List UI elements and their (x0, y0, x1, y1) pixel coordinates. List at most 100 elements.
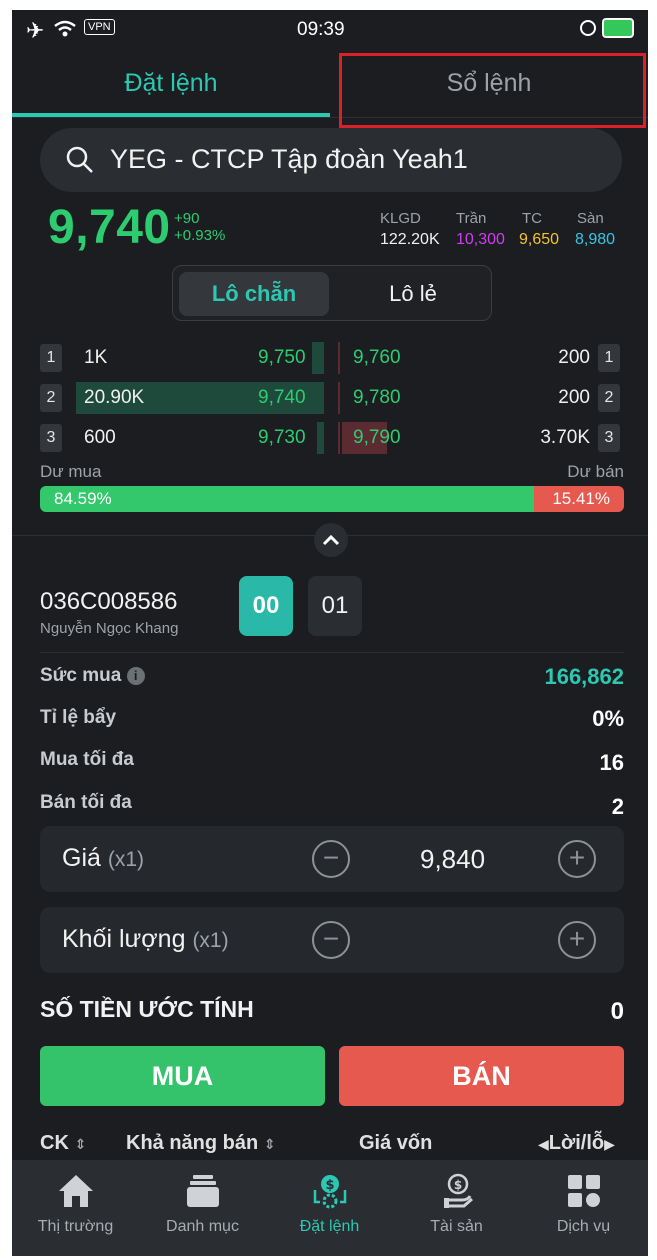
bid-volume: 1K (84, 347, 108, 368)
price-field[interactable]: Giá (x1) − 9,840 + (40, 826, 624, 892)
nav-assets-label: Tài sản (430, 1218, 483, 1235)
account-name: Nguyễn Ngọc Khang (40, 620, 179, 637)
quantity-increase-button[interactable]: + (558, 921, 596, 959)
nav-market-label: Thị trường (37, 1218, 114, 1235)
bid-volume-bar (312, 342, 324, 374)
col-cost-price[interactable]: Giá vốn (359, 1132, 432, 1155)
quantity-decrease-button[interactable]: − (312, 921, 350, 959)
price-value[interactable]: 9,840 (420, 844, 485, 875)
max-sell-label: Bán tối đa (40, 792, 132, 813)
symbol-search[interactable]: YEG - CTCP Tập đoàn Yeah1 (40, 128, 622, 192)
orderbook-row[interactable]: 1 1K 9,750 9,760 200 1 (12, 340, 648, 376)
bid-level-index: 1 (40, 344, 62, 372)
spread-divider (338, 422, 340, 454)
ask-volume: 3.70K (540, 427, 590, 448)
nav-services-label: Dịch vụ (556, 1218, 611, 1235)
account-number: 036C008586 (40, 588, 178, 615)
reference-label: TC (522, 210, 542, 227)
even-lot-button[interactable]: Lô chẵn (179, 272, 329, 316)
col-profit-loss[interactable]: ◀Lời/lỗ▶ (538, 1132, 615, 1155)
max-sell-value: 2 (611, 794, 624, 819)
svg-text:$: $ (325, 1178, 334, 1193)
nav-services[interactable]: Dịch vụ (520, 1160, 647, 1256)
price-increase-button[interactable]: + (558, 840, 596, 878)
ask-level-index: 3 (598, 424, 620, 452)
place-order-icon: $ (313, 1175, 347, 1209)
nav-market[interactable]: Thị trường (12, 1160, 139, 1256)
svg-text:$: $ (454, 1178, 462, 1192)
col-symbol-label: CK (40, 1132, 69, 1154)
active-tab-indicator (12, 113, 330, 117)
purchasing-power-text: Sức mua (40, 665, 122, 686)
ask-level-index: 1 (598, 344, 620, 372)
col-sellable[interactable]: Khả năng bán ⇕ (126, 1132, 276, 1155)
assets-icon: $ (444, 1173, 473, 1208)
search-value: YEG - CTCP Tập đoàn Yeah1 (110, 144, 468, 174)
estimate-label: SỐ TIỀN ƯỚC TÍNH (40, 996, 254, 1022)
price-multiplier: (x1) (107, 848, 145, 871)
max-buy-value: 16 (599, 750, 624, 775)
top-tabs: Đặt lệnh Sổ lệnh (12, 50, 648, 128)
sell-button[interactable]: BÁN (339, 1046, 624, 1106)
ask-volume: 200 (558, 387, 590, 408)
odd-lot-button[interactable]: Lô lẻ (338, 272, 488, 316)
orderbook-row[interactable]: 2 20.90K 9,740 9,780 200 2 (12, 380, 648, 416)
bid-volume-bar (317, 422, 324, 454)
collapse-button[interactable] (314, 523, 348, 557)
sort-icon: ⇕ (263, 1136, 276, 1152)
buy-ratio-text: 84.59% (54, 489, 112, 508)
tab-place-order[interactable]: Đặt lệnh (12, 50, 330, 118)
price-decrease-button[interactable]: − (312, 840, 350, 878)
ask-price: 9,780 (353, 387, 401, 408)
buy-ratio-fill: 84.59% (40, 486, 534, 512)
status-bar: ✈ VPN 09:39 (12, 10, 648, 50)
buy-button[interactable]: MUA (40, 1046, 325, 1106)
home-icon (59, 1175, 93, 1207)
last-price: 9,740 (48, 201, 171, 254)
battery-icon (602, 18, 634, 38)
ask-volume: 200 (558, 347, 590, 368)
sub-account-00[interactable]: 00 (239, 576, 293, 636)
bid-volume: 600 (84, 427, 116, 448)
bid-volume: 20.90K (84, 387, 145, 408)
sub-account-01[interactable]: 01 (308, 576, 362, 636)
buy-surplus-label: Dư mua (40, 462, 102, 481)
ask-price: 9,760 (353, 347, 401, 368)
lot-toggle: Lô chẵn Lô lẻ (172, 265, 492, 321)
reference-value: 9,650 (519, 231, 560, 248)
purchasing-power-label: Sức mua i (40, 665, 145, 687)
vpn-badge: VPN (84, 19, 115, 35)
col-symbol[interactable]: CK ⇕ (40, 1132, 86, 1155)
quantity-field[interactable]: Khối lượng (x1) − + (40, 907, 624, 973)
purchasing-power-value: 166,862 (544, 664, 624, 689)
sell-surplus-label: Dư bán (567, 462, 624, 481)
floor-label: Sàn (577, 210, 604, 227)
nav-place-order-label: Đặt lệnh (299, 1218, 360, 1235)
quantity-multiplier: (x1) (192, 929, 229, 952)
max-buy-label: Mua tối đa (40, 749, 134, 770)
change-value: +90 (174, 210, 200, 227)
nav-assets[interactable]: $ Tài sản (393, 1160, 520, 1256)
info-icon[interactable]: i (126, 666, 145, 685)
nav-portfolio[interactable]: Danh mục (139, 1160, 266, 1256)
bid-price: 9,740 (258, 387, 306, 408)
klgd-label: KLGD (380, 210, 421, 227)
chevron-up-icon (322, 534, 340, 546)
col-profit-loss-label: Lời/lỗ (548, 1132, 605, 1154)
col-sellable-label: Khả năng bán (126, 1132, 259, 1154)
nav-portfolio-label: Danh mục (166, 1218, 239, 1235)
wifi-icon (54, 20, 76, 37)
price-label: Giá (x1) (62, 844, 144, 873)
orderbook-row[interactable]: 3 600 9,730 9,790 3.70K 3 (12, 420, 648, 456)
clock: 09:39 (297, 19, 345, 40)
bid-level-index: 3 (40, 424, 62, 452)
search-icon (66, 146, 93, 173)
sort-icon: ⇕ (74, 1136, 87, 1152)
ceiling-value: 10,300 (456, 231, 505, 248)
airplane-icon: ✈ (26, 18, 45, 43)
nav-place-order[interactable]: $ Đặt lệnh (266, 1160, 393, 1256)
price-change: +90 +0.93% (174, 210, 225, 244)
ask-price: 9,790 (353, 427, 401, 448)
sell-ratio-text: 15.41% (552, 489, 610, 508)
bottom-nav: Thị trường Danh mục $ Đặt lệnh $ Tài sản… (12, 1160, 648, 1256)
